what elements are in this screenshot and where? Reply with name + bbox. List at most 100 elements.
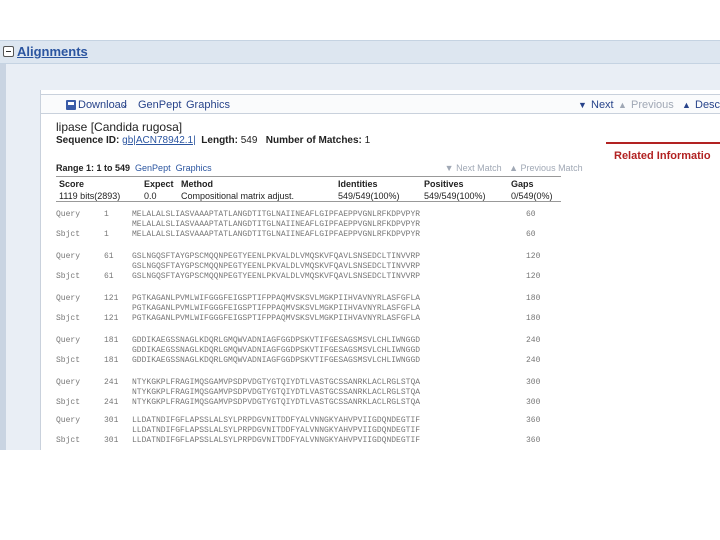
query-end: 180 bbox=[526, 294, 541, 303]
matches-label: Number of Matches: bbox=[265, 135, 362, 146]
sbjct-label: Sbjct bbox=[56, 398, 81, 407]
chevron-down-icon[interactable]: ⌄ bbox=[121, 99, 129, 110]
sbjct-end: 180 bbox=[526, 314, 541, 323]
sbjct-label: Sbjct bbox=[56, 230, 81, 239]
alignments-link[interactable]: Alignments bbox=[17, 44, 88, 59]
previous-button: Previous bbox=[631, 99, 674, 111]
sbjct-end: 300 bbox=[526, 398, 541, 407]
expect-value: 0.0 bbox=[144, 191, 157, 201]
identities-header: Identities bbox=[338, 179, 378, 189]
sbjct-start: 1 bbox=[104, 230, 109, 239]
seqid-link[interactable]: gb|ACN78942.1| bbox=[122, 135, 196, 146]
next-button[interactable]: Next bbox=[591, 99, 614, 111]
match-line: GSLNGQSFTAYGPSCMQQNPEGTYEENLPKVALDLVMQSK… bbox=[132, 262, 421, 271]
sbjct-start: 301 bbox=[104, 436, 119, 445]
previous-match-link: Previous Match bbox=[520, 163, 583, 173]
query-end: 60 bbox=[526, 210, 536, 219]
sbjct-end: 240 bbox=[526, 356, 541, 365]
graphics-link[interactable]: Graphics bbox=[186, 99, 230, 111]
query-start: 1 bbox=[104, 210, 109, 219]
next-match-icon: ▼ bbox=[444, 163, 454, 173]
query-seq: MELALALSLIASVAAAPTATLANGDTITGLNAIINEAFLG… bbox=[132, 210, 421, 219]
query-start: 181 bbox=[104, 336, 119, 345]
next-arrow-icon[interactable]: ▼ bbox=[578, 100, 587, 110]
genpept-link[interactable]: GenPept bbox=[138, 99, 181, 111]
sbjct-label: Sbjct bbox=[56, 436, 81, 445]
positives-header: Positives bbox=[424, 179, 464, 189]
alignment-block: Query 301 LLDATNDIFGFLAPSSLALSYLPRPDGVNI… bbox=[56, 416, 540, 450]
score-value: 1119 bits(2893) bbox=[59, 191, 121, 201]
sequence-info: Sequence ID: gb|ACN78942.1| Length: 549 … bbox=[56, 135, 370, 146]
match-line: LLDATNDIFGFLAPSSLALSYLPRPDGVNITDDFYALVNN… bbox=[132, 426, 421, 435]
query-label: Query bbox=[56, 210, 81, 219]
sbjct-start: 181 bbox=[104, 356, 119, 365]
query-start: 61 bbox=[104, 252, 114, 261]
query-start: 301 bbox=[104, 416, 119, 425]
query-end: 240 bbox=[526, 336, 541, 345]
range-graphics-link[interactable]: Graphics bbox=[176, 163, 212, 173]
sbjct-label: Sbjct bbox=[56, 314, 81, 323]
query-seq: GDDIKAEGSSNAGLKDQRLGMQWVADNIAGFGGDPSKVTI… bbox=[132, 336, 421, 345]
match-line: NTYKGKPLFRAGIMQSGAMVPSDPVDGTYGTQIYDTLVAS… bbox=[132, 388, 421, 397]
identities-value: 549/549(100%) bbox=[338, 191, 400, 201]
score-header: Score bbox=[59, 179, 85, 189]
sbjct-seq: GDDIKAEGSSNAGLKDQRLGMQWVADNIAGFGGDPSKVTI… bbox=[132, 356, 421, 365]
query-label: Query bbox=[56, 378, 81, 387]
sbjct-seq: PGTKAGANLPVMLWIFGGGFEIGSPTIFPPAQMVSKSVLM… bbox=[132, 314, 421, 323]
previous-match-icon: ▲ bbox=[509, 163, 519, 173]
query-seq: GSLNGQSFTAYGPSCMQQNPEGTYEENLPKVALDLVMQSK… bbox=[132, 252, 421, 261]
query-seq: LLDATNDIFGFLAPSSLALSYLPRPDGVNITDDFYALVNN… bbox=[132, 416, 421, 425]
score-table: Score Expect Method Identities Positives… bbox=[56, 176, 561, 202]
gaps-value: 0/549(0%) bbox=[511, 191, 553, 201]
download-icon bbox=[66, 100, 76, 110]
query-label: Query bbox=[56, 252, 81, 261]
sbjct-label: Sbjct bbox=[56, 272, 81, 281]
match-line: GDDIKAEGSSNAGLKDQRLGMQWVADNIAGFGGDPSKVTI… bbox=[132, 346, 421, 355]
collapse-icon[interactable] bbox=[3, 46, 14, 57]
length-value: 549 bbox=[240, 135, 258, 146]
range-genpept-link[interactable]: GenPept bbox=[135, 163, 171, 173]
query-end: 300 bbox=[526, 378, 541, 387]
range-line: Range 1: 1 to 549 GenPept Graphics ▼ Nex… bbox=[56, 163, 583, 173]
sbjct-start: 241 bbox=[104, 398, 119, 407]
matches-value: 1 bbox=[364, 135, 371, 146]
next-match-link: Next Match bbox=[456, 163, 502, 173]
alignment-toolbar: Download ⌄ GenPept Graphics ▼ Next ▲ Pre… bbox=[41, 94, 720, 114]
seqid-label: Sequence ID: bbox=[56, 135, 120, 146]
positives-value: 549/549(100%) bbox=[424, 191, 486, 201]
sbjct-seq: MELALALSLIASVAAAPTATLANGDTITGLNAIINEAFLG… bbox=[132, 230, 421, 239]
method-header: Method bbox=[181, 179, 213, 189]
descriptions-arrow-icon[interactable]: ▲ bbox=[682, 100, 691, 110]
sbjct-label: Sbjct bbox=[56, 356, 81, 365]
query-label: Query bbox=[56, 336, 81, 345]
query-label: Query bbox=[56, 416, 81, 425]
sbjct-end: 360 bbox=[526, 436, 541, 445]
sbjct-end: 120 bbox=[526, 272, 541, 281]
query-seq: NTYKGKPLFRAGIMQSGAMVPSDPVDGTYGTQIYDTLVAS… bbox=[132, 378, 421, 387]
query-seq: PGTKAGANLPVMLWIFGGGFEIGSPTIFPPAQMVSKSVLM… bbox=[132, 294, 421, 303]
query-start: 121 bbox=[104, 294, 119, 303]
sbjct-seq: NTYKGKPLFRAGIMQSGAMVPSDPVDGTYGTQIYDTLVAS… bbox=[132, 398, 421, 407]
sbjct-seq: LLDATNDIFGFLAPSSLALSYLPRPDGVNITDDFYALVNN… bbox=[132, 436, 421, 445]
alignments-header: Alignments bbox=[0, 40, 720, 64]
query-label: Query bbox=[56, 294, 81, 303]
previous-arrow-icon: ▲ bbox=[618, 100, 627, 110]
sbjct-seq: GSLNGQSFTAYGPSCMQQNPEGTYEENLPKVALDLVMQSK… bbox=[132, 272, 421, 281]
match-line: MELALALSLIASVAAAPTATLANGDTITGLNAIINEAFLG… bbox=[132, 220, 421, 229]
sbjct-start: 61 bbox=[104, 272, 114, 281]
method-value: Compositional matrix adjust. bbox=[181, 191, 295, 201]
range-label: Range 1: 1 to 549 bbox=[56, 163, 131, 173]
length-label: Length: bbox=[201, 135, 238, 146]
query-end: 360 bbox=[526, 416, 541, 425]
hit-title: lipase [Candida rugosa] bbox=[56, 120, 183, 134]
gaps-header: Gaps bbox=[511, 179, 534, 189]
match-line: PGTKAGANLPVMLWIFGGGFEIGSPTIFPPAQMVSKSVLM… bbox=[132, 304, 421, 313]
sbjct-end: 60 bbox=[526, 230, 536, 239]
alignment-panel: Download ⌄ GenPept Graphics ▼ Next ▲ Pre… bbox=[40, 90, 720, 450]
query-start: 241 bbox=[104, 378, 119, 387]
sbjct-start: 121 bbox=[104, 314, 119, 323]
download-button[interactable]: Download bbox=[78, 99, 127, 111]
related-information-heading: Related Informatio bbox=[606, 142, 720, 164]
query-end: 120 bbox=[526, 252, 541, 261]
descriptions-button[interactable]: Desc bbox=[695, 99, 720, 111]
